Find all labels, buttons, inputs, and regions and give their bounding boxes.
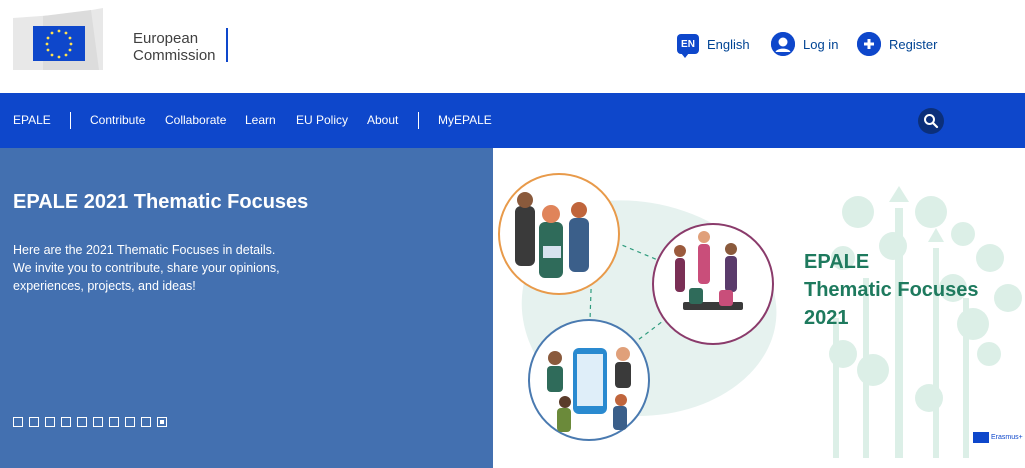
image-title-line: 2021 (804, 307, 849, 329)
carousel-dot[interactable] (45, 417, 55, 427)
nav-item-collaborate[interactable]: Collaborate (165, 113, 226, 127)
plus-icon (857, 32, 881, 56)
speech-bubble-icon: EN (677, 34, 699, 58)
nav-item-epale[interactable]: EPALE (13, 113, 51, 127)
carousel-pager (13, 417, 173, 427)
hero-description-line: Here are the 2021 Thematic Focuses in de… (13, 243, 276, 257)
image-title: EPALE Thematic Focuses 2021 (804, 248, 979, 332)
carousel-dot[interactable] (109, 417, 119, 427)
nav-item-contribute[interactable]: Contribute (90, 113, 145, 127)
nav-item-myepale[interactable]: MyEPALE (438, 113, 492, 127)
carousel-dot[interactable] (29, 417, 39, 427)
user-icon (771, 32, 795, 56)
european-commission-text: European Commission (133, 30, 216, 64)
logo-line-1: European (133, 30, 199, 47)
nav-divider (70, 112, 71, 129)
search-button[interactable] (918, 108, 944, 134)
erasmus-badge: Erasmus+ (973, 432, 1023, 443)
hero-title[interactable]: EPALE 2021 Thematic Focuses (13, 191, 308, 214)
hero-description: Here are the 2021 Thematic Focuses in de… (13, 241, 343, 295)
hero-description-line: We invite you to contribute, share your … (13, 261, 280, 275)
carousel-dot[interactable] (93, 417, 103, 427)
carousel-dot[interactable] (77, 417, 87, 427)
eu-flag-icon (973, 432, 989, 443)
language-label: English (707, 36, 750, 52)
search-icon (924, 114, 939, 129)
hero-image[interactable]: EPALE Thematic Focuses 2021 Erasmus+ (493, 148, 1025, 468)
register-label: Register (889, 36, 938, 52)
carousel-dot[interactable] (125, 417, 135, 427)
hero-description-line: experiences, projects, and ideas! (13, 279, 196, 293)
erasmus-label: Erasmus+ (991, 434, 1023, 441)
nav-item-eu-policy[interactable]: EU Policy (296, 113, 348, 127)
nav-divider (418, 112, 419, 129)
logo-divider (226, 28, 228, 62)
register-link[interactable]: Register (857, 31, 937, 57)
carousel-dot[interactable] (157, 417, 167, 427)
image-title-line: Thematic Focuses (804, 279, 979, 301)
nav-item-learn[interactable]: Learn (245, 113, 276, 127)
site-header: European Commission EN English Log in Re… (0, 0, 1025, 93)
login-link[interactable]: Log in (771, 31, 838, 57)
carousel-dot[interactable] (61, 417, 71, 427)
language-selector[interactable]: EN English (677, 31, 750, 58)
main-navigation: EPALE Contribute Collaborate Learn EU Po… (0, 93, 1025, 148)
carousel-dot[interactable] (13, 417, 23, 427)
hero-caption-panel: EPALE 2021 Thematic Focuses Here are the… (0, 148, 493, 468)
nav-item-about[interactable]: About (367, 113, 398, 127)
logo-line-2: Commission (133, 47, 216, 64)
carousel-dot[interactable] (141, 417, 151, 427)
eu-flag-icon (13, 8, 103, 70)
image-title-line: EPALE (804, 251, 870, 273)
login-label: Log in (803, 36, 839, 52)
